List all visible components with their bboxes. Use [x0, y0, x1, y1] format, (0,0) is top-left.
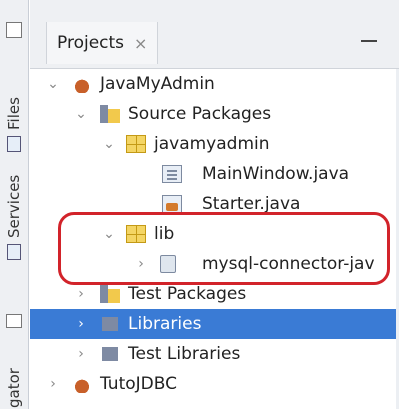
chevron-down-icon[interactable]: ⌄	[74, 106, 88, 122]
test-packages-icon	[100, 285, 120, 303]
tree-node-label: Test Libraries	[128, 344, 241, 364]
tree-node-mainwindow-java[interactable]: MainWindow.java	[30, 159, 399, 189]
tab-projects-label: Projects	[57, 33, 125, 53]
chevron-right-icon[interactable]: ›	[46, 376, 60, 392]
close-icon[interactable]: ×	[134, 34, 147, 53]
package-icon	[126, 135, 146, 153]
test-libraries-icon	[100, 345, 120, 363]
chevron-right-icon[interactable]: ›	[74, 286, 88, 302]
window-restore-icon[interactable]	[6, 22, 22, 38]
tree-node-label: TutoJDBC	[100, 374, 177, 394]
chevron-right-icon[interactable]: ›	[74, 346, 88, 362]
tree-node-label: javamyadmin	[154, 134, 270, 154]
java-file-icon	[162, 165, 182, 183]
source-packages-icon	[100, 105, 120, 123]
projects-tab-bar: Projects ×	[30, 0, 399, 69]
java-project-icon	[72, 375, 92, 393]
tree-node-label: Starter.java	[202, 194, 301, 214]
services-icon	[7, 244, 21, 260]
window-restore-icon[interactable]	[6, 314, 22, 328]
tab-projects[interactable]: Projects ×	[46, 22, 159, 64]
services-tab-label: Services	[5, 174, 23, 238]
tree-node-tutojdbc[interactable]: › TutoJDBC	[30, 369, 399, 399]
tree-node-label: Test Packages	[128, 284, 247, 304]
files-tab-label: Files	[5, 97, 23, 130]
tree-node-label: Libraries	[128, 314, 202, 334]
chevron-down-icon[interactable]: ⌄	[46, 76, 60, 92]
chevron-down-icon[interactable]: ⌄	[102, 136, 116, 152]
services-tab[interactable]: Services	[2, 160, 26, 260]
tree-node-test-libraries[interactable]: › Test Libraries	[30, 339, 399, 369]
highlight-annotation	[58, 212, 390, 285]
files-icon	[7, 136, 21, 152]
tree-node-javamyadmin[interactable]: ⌄ JavaMyAdmin	[30, 69, 399, 99]
libraries-icon	[100, 315, 120, 333]
navigator-tab-label: gator	[5, 368, 23, 408]
files-tab[interactable]: Files	[2, 66, 26, 152]
tree-node-libraries[interactable]: › Libraries	[30, 309, 399, 339]
java-project-icon	[72, 75, 92, 93]
java-main-file-icon	[162, 195, 182, 213]
left-sidebar: Files Services gator	[0, 0, 29, 409]
tree-node-label: MainWindow.java	[202, 164, 350, 184]
tree-node-label: Source Packages	[128, 104, 272, 124]
tree-node-label: JavaMyAdmin	[100, 74, 215, 94]
navigator-tab[interactable]: gator	[2, 336, 26, 408]
tree-node-source-packages[interactable]: ⌄ Source Packages	[30, 99, 399, 129]
chevron-right-icon[interactable]: ›	[74, 316, 88, 332]
tree-node-javamyadmin-package[interactable]: ⌄ javamyadmin	[30, 129, 399, 159]
minimize-icon[interactable]	[361, 40, 377, 42]
